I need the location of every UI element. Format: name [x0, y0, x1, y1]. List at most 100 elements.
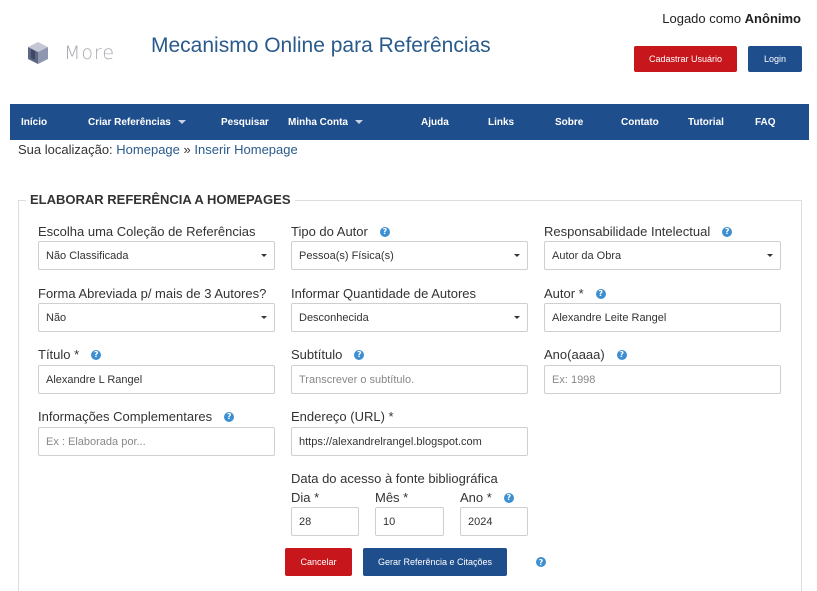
responsibility-label: Responsabilidade Intelectual?: [544, 224, 733, 239]
collection-label: Escolha uma Coleção de Referências: [38, 224, 256, 239]
chevron-down-icon: [355, 120, 363, 124]
title-input[interactable]: Alexandre L Rangel: [38, 365, 275, 394]
nav-label: FAQ: [755, 116, 776, 128]
chevron-down-icon: [514, 254, 520, 257]
nav-label: Tutorial: [688, 116, 724, 128]
generate-reference-button[interactable]: Gerar Referência e Citações: [363, 548, 507, 576]
breadcrumb-separator: »: [183, 142, 191, 157]
author-input[interactable]: Alexandre Leite Rangel: [544, 303, 781, 332]
nav-label: Criar Referências: [88, 116, 171, 128]
year-label-text: Ano(aaaa): [544, 347, 605, 362]
access-date-label-text: Data do acesso à fonte bibliográfica: [291, 471, 498, 486]
access-date-label: Data do acesso à fonte bibliográfica: [291, 471, 498, 486]
year-placeholder: Ex: 1998: [552, 373, 596, 386]
subtitle-label-text: Subtítulo: [291, 347, 343, 362]
nav-item-faq[interactable]: FAQ: [755, 104, 776, 140]
help-icon[interactable]: ?: [379, 226, 390, 237]
access-year-input-value: 2024: [468, 515, 493, 528]
author-type-select[interactable]: Pessoa(s) Física(s): [291, 241, 528, 270]
responsibility-label-text: Responsabilidade Intelectual: [544, 224, 711, 239]
collection-select[interactable]: Não Classificada: [38, 241, 275, 270]
help-icon[interactable]: ?: [503, 492, 514, 503]
url-input-value: https://alexandrelrangel.blogspot.com: [299, 435, 482, 448]
day-input-value: 28: [299, 515, 312, 528]
subtitle-input[interactable]: Transcrever o subtítulo.: [291, 365, 528, 394]
title-label: Título *?: [38, 347, 102, 362]
help-icon[interactable]: ?: [354, 349, 365, 360]
complement-label-text: Informações Complementares: [38, 409, 213, 424]
complement-input[interactable]: Ex : Elaborada por...: [38, 427, 275, 456]
cube-logo-icon: [28, 42, 48, 64]
nav-item-minha-conta[interactable]: Minha Conta: [288, 104, 363, 140]
help-icon[interactable]: ?: [722, 226, 733, 237]
help-icon[interactable]: ?: [616, 349, 627, 360]
author-label: Autor *?: [544, 286, 606, 301]
nav-item-sobre[interactable]: Sobre: [555, 104, 583, 140]
cancel-button[interactable]: Cancelar: [285, 548, 352, 576]
chevron-down-icon: [261, 254, 267, 257]
breadcrumb: Sua localização: Homepage » Inserir Home…: [18, 142, 298, 157]
url-label: Endereço (URL) *: [291, 409, 394, 424]
author-qty-label-text: Informar Quantidade de Autores: [291, 286, 477, 301]
month-input[interactable]: 10: [375, 507, 444, 536]
nav-label: Início: [21, 116, 48, 128]
chevron-down-icon: [767, 254, 773, 257]
responsibility-select[interactable]: Autor da Obra: [544, 241, 781, 270]
subtitle-label: Subtítulo?: [291, 347, 365, 362]
author-type-label: Tipo do Autor?: [291, 224, 390, 239]
access-year-label-text: Ano *: [460, 490, 492, 505]
help-icon[interactable]: ?: [224, 411, 235, 422]
chevron-down-icon: [514, 316, 520, 319]
register-user-button[interactable]: Cadastrar Usuário: [634, 46, 737, 72]
help-icon[interactable]: ?: [91, 349, 102, 360]
form-legend: ELABORAR REFERÊNCIA A HOMEPAGES: [26, 192, 295, 207]
abbrev-label-text: Forma Abreviada p/ mais de 3 Autores?: [38, 286, 267, 301]
year-input[interactable]: Ex: 1998: [544, 365, 781, 394]
title-input-value: Alexandre L Rangel: [46, 373, 143, 386]
site-title: Mecanismo Online para Referências: [151, 34, 491, 57]
author-type-select-value: Pessoa(s) Física(s): [299, 249, 394, 262]
author-qty-select[interactable]: Desconhecida: [291, 303, 528, 332]
subtitle-placeholder: Transcrever o subtítulo.: [299, 373, 415, 386]
month-label: Mês *: [375, 490, 408, 505]
day-label-text: Dia *: [291, 490, 320, 505]
site-logo[interactable]: More: [26, 40, 115, 66]
breadcrumb-prefix: Sua localização:: [18, 142, 113, 157]
access-year-label: Ano *?: [460, 490, 514, 505]
day-input[interactable]: 28: [291, 507, 359, 536]
nav-label: Ajuda: [421, 116, 449, 128]
logged-username: Anônimo: [744, 11, 801, 26]
author-qty-select-value: Desconhecida: [299, 311, 369, 324]
logged-prefix: Logado como: [662, 11, 742, 26]
abbrev-select-value: Não: [46, 311, 67, 324]
chevron-down-icon: [261, 316, 267, 319]
help-icon[interactable]: ?: [595, 288, 606, 299]
login-button[interactable]: Login: [748, 46, 802, 72]
collection-label-text: Escolha uma Coleção de Referências: [38, 224, 256, 239]
breadcrumb-home-link[interactable]: Homepage: [116, 142, 180, 157]
author-label-text: Autor *: [544, 286, 584, 301]
nav-label: Contato: [621, 116, 659, 128]
main-navbar: Início Criar Referências Pesquisar Minha…: [10, 104, 809, 140]
nav-item-inicio[interactable]: Início: [21, 104, 47, 140]
breadcrumb-current-link[interactable]: Inserir Homepage: [194, 142, 297, 157]
nav-item-pesquisar[interactable]: Pesquisar: [221, 104, 269, 140]
access-year-input[interactable]: 2024: [460, 507, 528, 536]
author-qty-label: Informar Quantidade de Autores: [291, 286, 476, 301]
author-input-value: Alexandre Leite Rangel: [552, 311, 667, 324]
nav-item-ajuda[interactable]: Ajuda: [421, 104, 449, 140]
nav-label: Links: [488, 116, 515, 128]
abbrev-label: Forma Abreviada p/ mais de 3 Autores?: [38, 286, 266, 301]
nav-item-contato[interactable]: Contato: [621, 104, 659, 140]
nav-item-tutorial[interactable]: Tutorial: [688, 104, 724, 140]
nav-item-links[interactable]: Links: [488, 104, 514, 140]
author-type-label-text: Tipo do Autor: [291, 224, 368, 239]
nav-item-criar-referencias[interactable]: Criar Referências: [88, 104, 186, 140]
url-input[interactable]: https://alexandrelrangel.blogspot.com: [291, 427, 528, 456]
nav-label: Minha Conta: [288, 116, 348, 128]
abbrev-select[interactable]: Não: [38, 303, 275, 332]
logo-wordmark: More: [64, 42, 116, 64]
day-label: Dia *: [291, 490, 319, 505]
help-icon[interactable]: ?: [536, 557, 546, 567]
complement-placeholder: Ex : Elaborada por...: [46, 435, 146, 448]
